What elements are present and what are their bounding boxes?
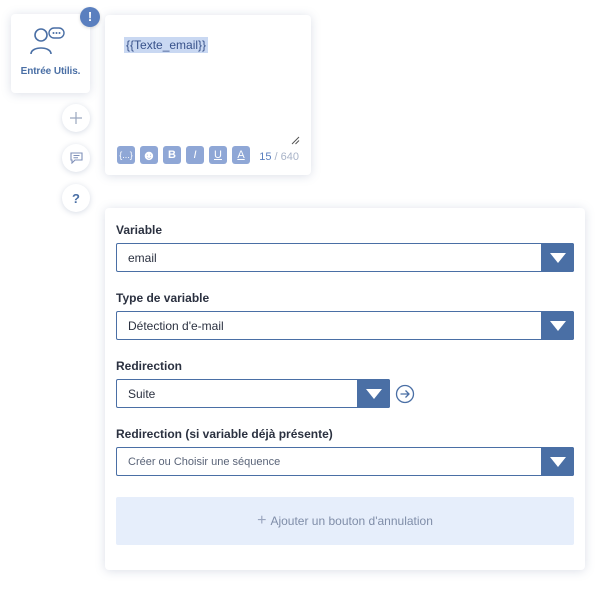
chevron-down-icon[interactable] [541,243,574,272]
char-count-current: 15 [259,151,272,163]
plus-icon [70,112,82,124]
redirection-if-present-label: Redirection (si variable déjà présente) [116,427,333,441]
message-editor[interactable]: {{Texte_email}} {...} ☻ B I U A 15 / 640 [105,15,311,175]
add-cancel-button-label: Ajouter un bouton d'annulation [270,514,433,528]
message-text[interactable]: {{Texte_email}} [124,37,209,53]
redirection-if-present-select[interactable]: Créer ou Choisir une séquence [116,447,574,476]
alert-badge[interactable]: ! [80,7,100,27]
chevron-down-icon[interactable] [357,379,390,408]
settings-panel: Variable email Type de variable Détectio… [105,208,585,570]
user-message-icon [30,27,65,55]
variable-type-select-value: Détection d'e-mail [128,319,224,333]
redirection-select-value: Suite [128,387,156,401]
comment-icon [69,152,83,164]
add-button[interactable] [62,104,90,132]
bold-icon[interactable]: B [163,146,181,164]
node-label: Entrée Utilis. [20,66,81,77]
add-cancel-button[interactable]: + Ajouter un bouton d'annulation [116,497,574,545]
char-count-separator: / [271,151,281,163]
redirection-if-present-placeholder: Créer ou Choisir une séquence [128,456,281,468]
char-count-max: 640 [280,151,299,163]
underline-icon[interactable]: U [209,146,227,164]
variable-type-label: Type de variable [116,291,210,305]
variable-select[interactable]: email [116,243,574,272]
redirection-label: Redirection [116,359,183,373]
italic-icon[interactable]: I [186,146,204,164]
variable-label: Variable [116,223,163,237]
chevron-down-icon[interactable] [541,447,574,476]
help-button[interactable]: ? [62,184,90,212]
comment-button[interactable] [62,144,90,172]
chevron-down-icon[interactable] [541,311,574,340]
user-input-node[interactable]: Entrée Utilis. [11,14,90,93]
resize-handle-icon[interactable] [291,136,300,145]
char-counter: 15 / 640 [259,151,299,163]
variable-type-select[interactable]: Détection d'e-mail [116,311,574,340]
format-toolbar: {...} ☻ B I U A [117,146,250,164]
arrow-right-circle-icon[interactable] [395,384,415,404]
braces-icon[interactable]: {...} [117,146,135,164]
text-color-icon[interactable]: A [232,146,250,164]
redirection-select[interactable]: Suite [116,379,390,408]
smiley-icon[interactable]: ☻ [140,146,158,164]
plus-icon: + [257,512,267,529]
variable-select-value: email [128,251,157,265]
